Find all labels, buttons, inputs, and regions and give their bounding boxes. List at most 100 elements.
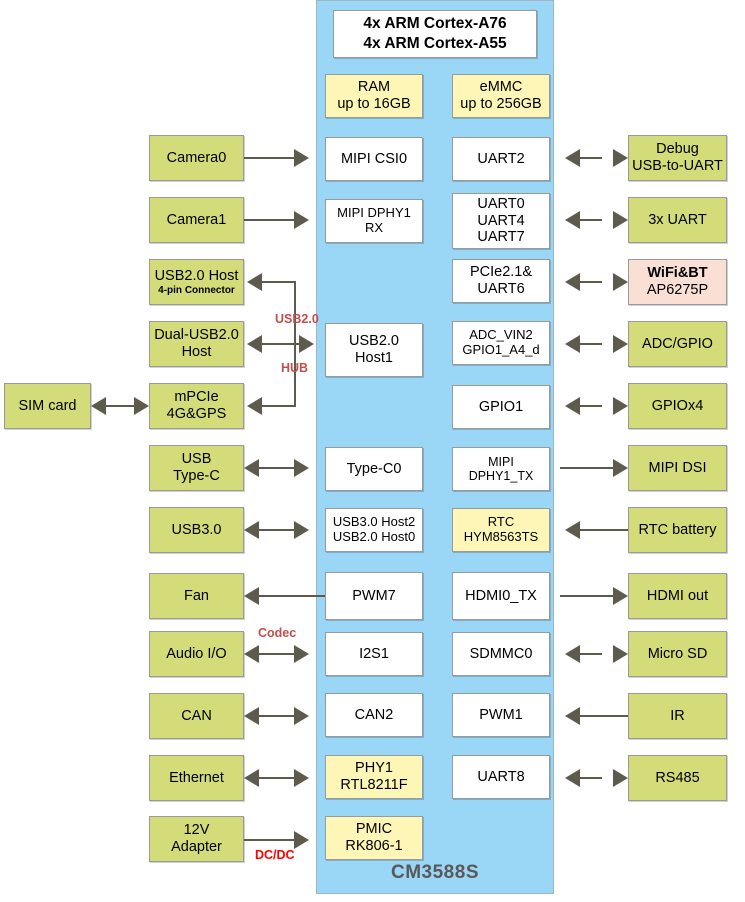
uart2-label: UART2	[477, 150, 525, 167]
peripheral-usb-typec: USB Type-C	[149, 445, 244, 491]
connector-typec-arrow-right	[294, 459, 309, 477]
peripheral-usb30: USB3.0	[149, 507, 244, 553]
soc-name-label: CM3588S	[391, 862, 479, 883]
adc-vin2-line1: ADC_VIN2	[469, 327, 533, 343]
peripheral-can: CAN	[149, 693, 244, 739]
connector-usb30-arrow-left	[244, 521, 259, 539]
connector-debug-arrow-right	[613, 149, 628, 167]
pmic-line2: RK806-1	[345, 838, 403, 854]
dual-usb20-line1: Dual-USB2.0	[154, 327, 239, 344]
connector-mipidsi-line	[560, 467, 613, 469]
gpiox4-label: GPIOx4	[651, 397, 704, 414]
rs485-label: RS485	[655, 769, 700, 786]
connector-sim-arrow-right	[134, 397, 149, 415]
adapter12v-line1: 12V	[183, 822, 210, 839]
peripheral-adc-gpio: ADC/GPIO	[628, 321, 727, 367]
uart0-label: UART0	[477, 196, 525, 213]
peripheral-mipi-dsi: MIPI DSI	[628, 445, 727, 491]
uart7-label: UART7	[477, 229, 525, 246]
soc-block-type-c0: Type-C0	[325, 447, 423, 491]
uart4-label: UART4	[477, 212, 525, 229]
label-dcdc: DC/DC	[255, 848, 295, 862]
connector-wifi-arrow-left	[565, 273, 580, 291]
connector-typec-line	[256, 467, 296, 469]
soc-block-sdmmc0: SDMMC0	[452, 632, 550, 676]
soc-block-gpio1: GPIO1	[452, 385, 550, 429]
connector-camera0-line	[244, 157, 294, 159]
peripheral-hdmi-out: HDMI out	[628, 573, 727, 619]
label-usb20: USB2.0	[275, 312, 319, 326]
soc-block-ram: RAM up to 16GB	[325, 74, 423, 118]
soc-block-usb20-host1: USB2.0 Host1	[325, 323, 423, 377]
connector-ethernet-arrow-right	[294, 769, 309, 787]
soc-block-pwm7: PWM7	[325, 572, 423, 620]
mipi-dsi-label: MIPI DSI	[648, 459, 707, 476]
can-label: CAN	[181, 707, 212, 724]
connector-usb30-arrow-right	[294, 521, 309, 539]
peripheral-gpiox4: GPIOx4	[628, 383, 727, 429]
connector-can-arrow-right	[294, 707, 309, 725]
usb20-host1-line1: USB2.0	[349, 333, 399, 350]
mipi-csi0-label: MIPI CSI0	[340, 150, 408, 167]
connector-wifi-line	[578, 281, 602, 283]
emmc-line2: up to 256GB	[460, 96, 542, 112]
ram-line2: up to 16GB	[337, 96, 411, 112]
connector-fan-line	[256, 595, 325, 597]
connector-rs485-arrow-left	[565, 769, 580, 787]
connector-microsd-line	[578, 653, 602, 655]
connector-3xuart-arrow-right	[613, 211, 628, 229]
soc-block-pcie21: PCIe2.1& UART6	[452, 259, 550, 303]
connector-can-line	[256, 715, 296, 717]
soc-block-can2: CAN2	[325, 693, 423, 737]
soc-block-uart2: UART2	[452, 137, 550, 181]
connector-audio-arrow-right	[294, 645, 309, 663]
ram-line1: RAM	[357, 79, 391, 96]
connector-adcgpio-arrow-left	[565, 335, 580, 353]
type-c0-label: Type-C0	[346, 460, 402, 477]
peripheral-ir: IR	[628, 693, 727, 739]
connector-ir-line	[578, 715, 628, 717]
soc-block-mipi-dphy1-tx: MIPI DPHY1_TX	[452, 447, 550, 491]
ir-label: IR	[670, 707, 685, 724]
soc-block-usb3-host2: USB3.0 Host2 USB2.0 Host0	[325, 508, 423, 552]
debug-line1: Debug	[656, 141, 699, 158]
hdmi-out-label: HDMI out	[646, 587, 709, 604]
connector-ir-arrow-left	[565, 707, 580, 725]
connector-hdmiout-arrow-right	[613, 587, 628, 605]
connector-adcgpio-arrow-right	[613, 335, 628, 353]
debug-line2: USB-to-UART	[632, 158, 723, 174]
uart8-label: UART8	[477, 768, 525, 785]
connector-camera1-arrow-right	[294, 211, 309, 229]
peripheral-ethernet: Ethernet	[149, 755, 244, 801]
emmc-line1: eMMC	[479, 79, 523, 96]
connector-rs485-line	[578, 777, 602, 779]
label-hub: HUB	[281, 361, 309, 375]
soc-block-pmic: PMIC RK806-1	[325, 816, 423, 860]
mipi-dphy1-rx-label: MIPI DPHY1 RX	[337, 205, 411, 235]
peripheral-mpcie: mPCIe 4G&GPS	[149, 383, 244, 429]
sdmmc0-label: SDMMC0	[469, 645, 533, 662]
peripheral-usb20-host: USB2.0 Host 4-pin Connector	[149, 259, 244, 305]
block-diagram-canvas: 4x ARM Cortex-A76 4x ARM Cortex-A55 RAM …	[0, 0, 745, 902]
connector-3xuart-line	[578, 219, 602, 221]
phy1-line2: RTL8211F	[340, 777, 408, 793]
connector-gpiox4-line	[578, 405, 602, 407]
mpcie-line2: 4G&GPS	[166, 406, 227, 422]
connector-gpiox4-arrow-right	[613, 397, 628, 415]
pwm1-label: PWM1	[479, 706, 523, 723]
connector-rtcbattery-line	[578, 529, 628, 531]
connector-microsd-arrow-right	[613, 645, 628, 663]
soc-block-emmc: eMMC up to 256GB	[452, 74, 550, 118]
connector-camera0-arrow-right	[294, 149, 309, 167]
usb-typec-line1: USB	[181, 451, 212, 468]
phy1-line1: PHY1	[355, 760, 393, 777]
soc-block-phy1: PHY1 RTL8211F	[325, 755, 423, 799]
adc-vin2-line2: GPIO1_A4_d	[462, 342, 540, 357]
sim-card-label: SIM card	[18, 397, 77, 414]
connector-audio-line	[256, 653, 296, 655]
pwm7-label: PWM7	[352, 587, 396, 604]
soc-block-uart8: UART8	[452, 755, 550, 799]
peripheral-debug: Debug USB-to-UART	[628, 135, 727, 181]
connector-can-arrow-left	[244, 707, 259, 725]
ethernet-label: Ethernet	[169, 769, 224, 786]
